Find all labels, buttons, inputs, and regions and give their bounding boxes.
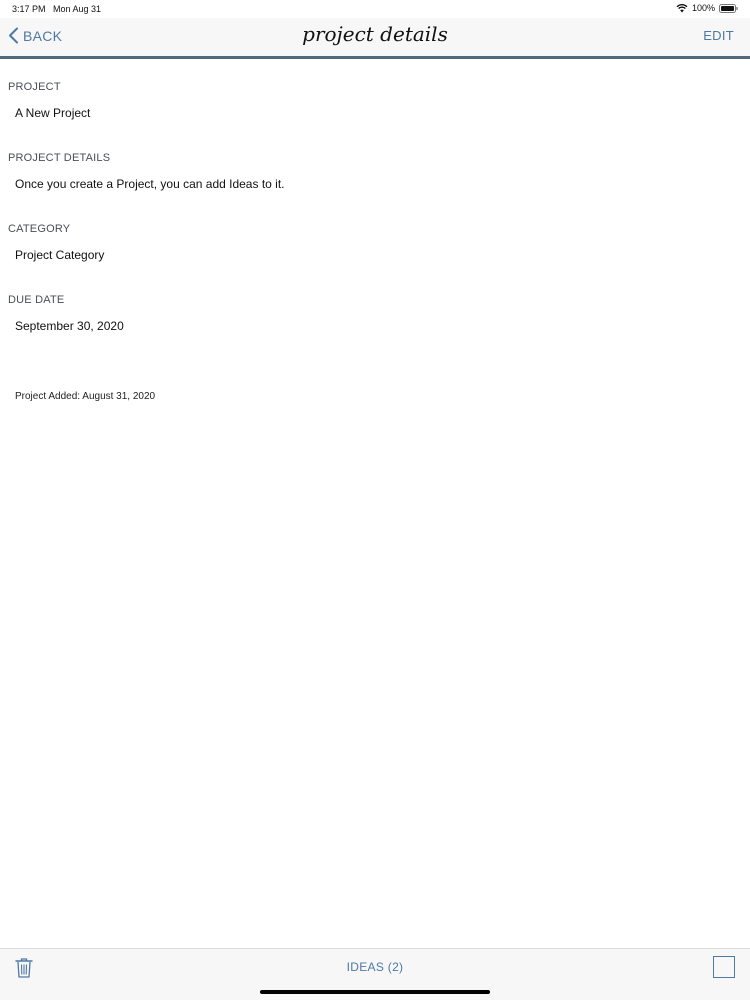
bottom-toolbar: IDEAS (2) bbox=[0, 948, 750, 1000]
project-added-note: Project Added: August 31, 2020 bbox=[15, 391, 156, 402]
project-name-value: A New Project bbox=[15, 106, 91, 120]
square-icon[interactable] bbox=[713, 956, 735, 978]
navigation-bar: BACK project details EDIT bbox=[0, 18, 750, 59]
project-label: PROJECT bbox=[8, 81, 61, 93]
project-details-screen: 3:17 PM Mon Aug 31 100% BACK project det… bbox=[0, 0, 750, 1000]
ideas-button[interactable]: IDEAS (2) bbox=[347, 960, 404, 974]
home-indicator[interactable] bbox=[260, 990, 490, 994]
due-date-value: September 30, 2020 bbox=[15, 319, 124, 333]
category-value: Project Category bbox=[15, 248, 105, 262]
wifi-icon bbox=[676, 3, 688, 13]
edit-button[interactable]: EDIT bbox=[703, 28, 734, 43]
due-date-label: DUE DATE bbox=[8, 294, 65, 306]
status-time: 3:17 PM bbox=[12, 4, 46, 14]
battery-icon bbox=[719, 3, 738, 13]
project-details-label: PROJECT DETAILS bbox=[8, 152, 111, 164]
status-date: Mon Aug 31 bbox=[53, 4, 102, 14]
page-title: project details bbox=[302, 22, 448, 46]
status-indicators: 100% bbox=[676, 3, 738, 13]
status-bar: 3:17 PM Mon Aug 31 100% bbox=[0, 0, 750, 18]
category-label: CATEGORY bbox=[8, 223, 71, 235]
ideas-container: IDEAS (2) bbox=[0, 960, 750, 974]
project-details-value: Once you create a Project, you can add I… bbox=[15, 177, 285, 191]
battery-percent: 100% bbox=[691, 3, 715, 13]
